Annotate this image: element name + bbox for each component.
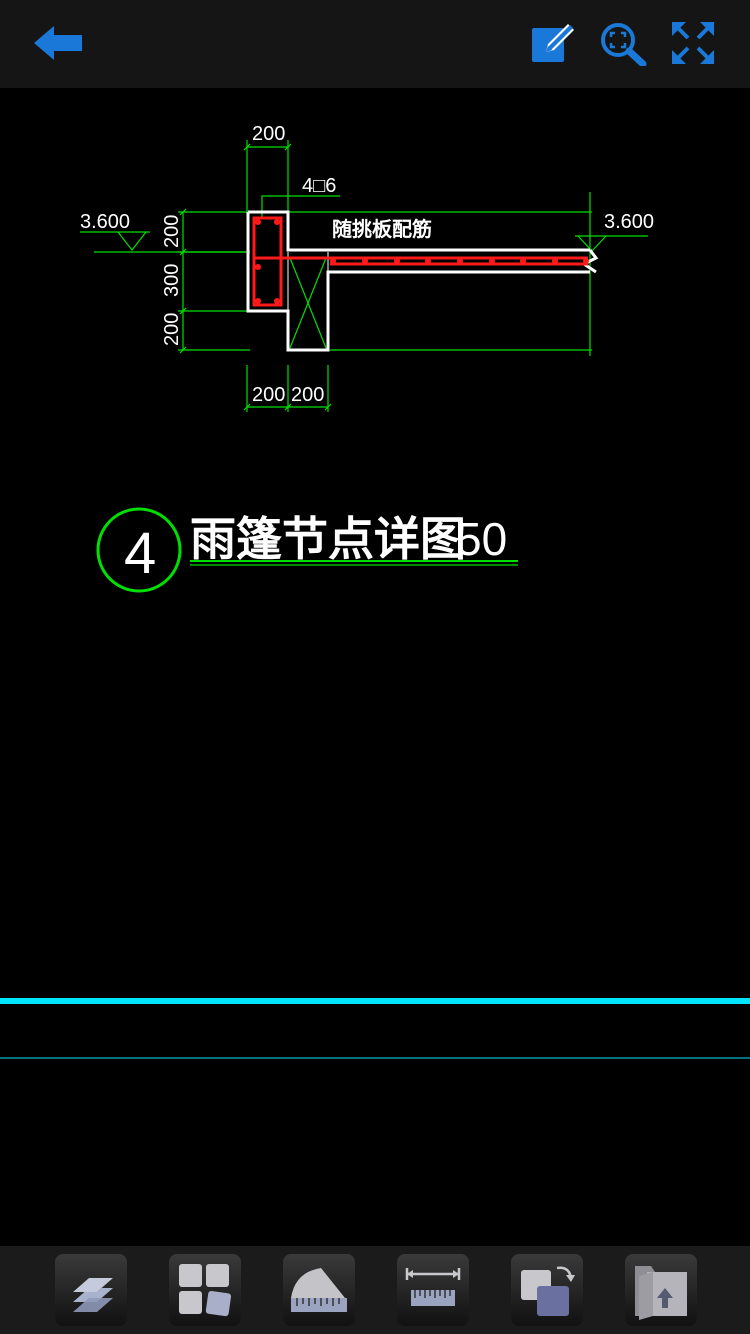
zoom-extents-icon xyxy=(601,23,647,68)
cad-drawing: 200 4□6 3.600 3.600 随挑板配筋 200 300 200 20… xyxy=(0,123,750,1059)
detail-scale: 50 xyxy=(456,513,507,565)
switch-background-button[interactable] xyxy=(511,1254,583,1326)
dim-vertical-3: 200 xyxy=(161,313,183,346)
layers-icon xyxy=(73,1278,113,1312)
layouts-button[interactable] xyxy=(169,1254,241,1326)
arrow-left-icon xyxy=(34,26,82,60)
dim-bottom-1: 200 xyxy=(252,384,285,406)
level-right-label: 3.600 xyxy=(604,211,654,233)
measure-distance-icon xyxy=(405,1268,461,1306)
measure-distance-button[interactable] xyxy=(397,1254,469,1326)
fullscreen-button[interactable] xyxy=(668,20,718,66)
expand-icon xyxy=(672,22,714,64)
slab-note: 随挑板配筋 xyxy=(332,217,432,241)
drawing-canvas[interactable]: 200 4□6 3.600 3.600 随挑板配筋 200 300 200 20… xyxy=(0,88,750,1246)
export-button[interactable] xyxy=(625,1254,697,1326)
dim-bottom-2: 200 xyxy=(291,384,324,406)
dim-vertical-2: 300 xyxy=(161,264,183,297)
edit-button[interactable] xyxy=(528,20,578,66)
switch-background-icon xyxy=(521,1266,575,1316)
measure-area-icon xyxy=(291,1268,347,1312)
rebar-label: 4□6 xyxy=(302,175,336,197)
detail-title: 雨篷节点详图 xyxy=(190,513,466,565)
detail-number: 4 xyxy=(124,521,156,586)
measure-area-button[interactable] xyxy=(283,1254,355,1326)
layouts-icon xyxy=(179,1264,232,1317)
dim-top-label: 200 xyxy=(252,123,285,145)
back-button[interactable] xyxy=(28,20,88,66)
zoom-extents-button[interactable] xyxy=(598,20,648,68)
level-left-label: 3.600 xyxy=(80,211,130,233)
layers-button[interactable] xyxy=(55,1254,127,1326)
pencil-square-icon xyxy=(532,24,574,62)
bottom-toolbar xyxy=(0,1246,750,1334)
export-icon xyxy=(635,1266,687,1320)
top-toolbar xyxy=(0,0,750,88)
dim-vertical-1: 200 xyxy=(161,215,183,248)
